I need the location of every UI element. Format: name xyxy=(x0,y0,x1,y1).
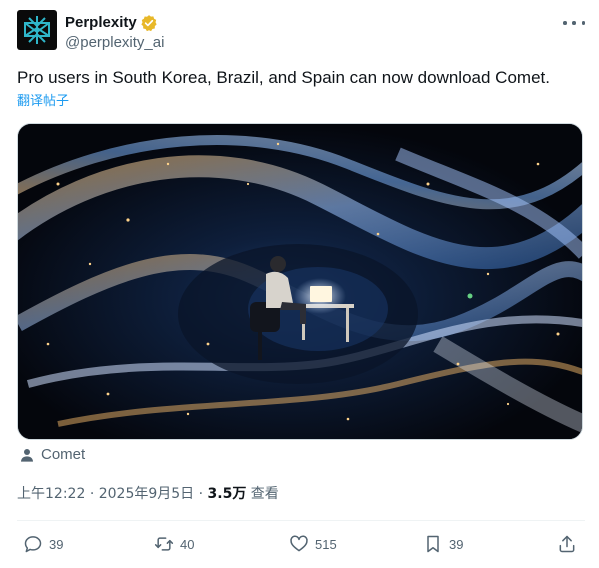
display-name[interactable]: Perplexity xyxy=(65,14,137,32)
view-count: 3.5万 xyxy=(207,486,247,502)
repost-icon xyxy=(154,537,174,551)
handle[interactable]: @perplexity_ai xyxy=(65,34,164,52)
share-icon xyxy=(559,535,575,553)
divider xyxy=(17,520,585,521)
meta-separator: · xyxy=(89,486,95,502)
avatar[interactable] xyxy=(17,10,57,50)
heart-icon xyxy=(290,535,308,552)
like-button[interactable]: 515 xyxy=(289,532,337,556)
source-label: Comet xyxy=(41,446,86,463)
bookmark-button[interactable]: 39 xyxy=(423,532,463,556)
views-label: 查看 xyxy=(250,486,279,502)
post-header: Perplexity @perplexity_ai xyxy=(17,10,585,56)
bookmark-count: 39 xyxy=(449,536,464,552)
post-time[interactable]: 上午12:22 xyxy=(17,486,85,502)
media-source[interactable]: Comet xyxy=(19,446,85,463)
share-button[interactable] xyxy=(557,532,577,556)
meta-separator: · xyxy=(198,486,204,502)
post-text: Pro users in South Korea, Brazil, and Sp… xyxy=(17,68,550,87)
translate-post-link[interactable]: 翻译帖子 xyxy=(17,94,69,110)
action-bar: 39 40 515 39 xyxy=(17,532,585,556)
person-icon xyxy=(21,448,33,462)
like-count: 515 xyxy=(315,536,337,552)
more-options-icon[interactable] xyxy=(563,14,585,32)
bookmark-icon xyxy=(427,535,439,553)
post-image[interactable] xyxy=(17,123,583,440)
reply-count: 39 xyxy=(49,536,64,552)
name-row: Perplexity xyxy=(65,14,158,32)
post-date[interactable]: 2025年9月5日 xyxy=(99,486,194,502)
post-metadata: 上午12:22 · 2025年9月5日 · 3.5万 查看 xyxy=(17,483,279,503)
perplexity-logo-icon xyxy=(24,16,50,44)
reply-button[interactable]: 39 xyxy=(23,532,63,556)
reply-icon xyxy=(24,536,42,553)
verified-badge-icon xyxy=(140,14,158,32)
repost-button[interactable]: 40 xyxy=(154,532,194,556)
repost-count: 40 xyxy=(180,536,195,552)
